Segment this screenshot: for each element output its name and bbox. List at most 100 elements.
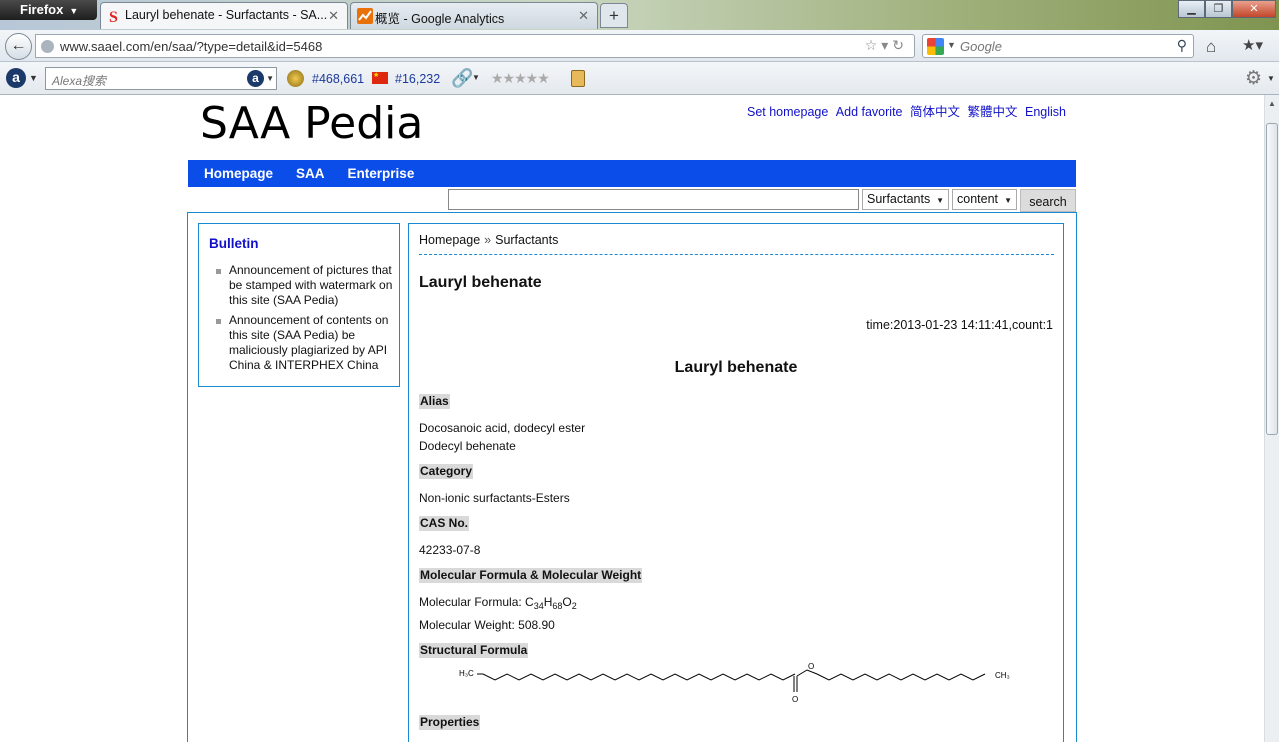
bulletin-list: Announcement of pictures that be stamped… xyxy=(209,263,399,378)
url-text[interactable]: www.saael.com/en/saa/?type=detail&id=546… xyxy=(60,39,322,54)
site-logo[interactable]: SAA Pedia xyxy=(200,98,423,149)
firefox-menu-button[interactable]: Firefox ▼ xyxy=(0,0,97,20)
category-heading: Category xyxy=(419,464,474,479)
formula-count: 34 xyxy=(533,601,544,611)
set-homepage-link[interactable]: Set homepage xyxy=(747,105,828,119)
search-button[interactable]: search xyxy=(1020,189,1076,212)
alkyl-chain-left xyxy=(477,673,796,681)
notes-icon[interactable] xyxy=(571,70,585,87)
nav-enterprise[interactable]: Enterprise xyxy=(348,160,415,181)
scrollbar-thumb[interactable] xyxy=(1266,123,1278,435)
home-icon[interactable]: ⌂ xyxy=(1206,37,1216,57)
svg-text:S: S xyxy=(109,9,118,24)
navigation-toolbar: ← www.saael.com/en/saa/?type=detail&id=5… xyxy=(0,30,1279,62)
article-meta: time:2013-01-23 14:11:41,count:1 xyxy=(866,318,1053,332)
close-icon[interactable]: ✕ xyxy=(578,8,589,24)
window-controls: ▁ ❐ ✕ xyxy=(1178,0,1276,18)
molecular-formula: Molecular Formula: C34H68O2 xyxy=(419,593,577,615)
tab-title: 概览 - Google Analytics xyxy=(375,12,505,26)
breadcrumb-surfactants[interactable]: Surfactants xyxy=(495,233,558,247)
related-links-icon[interactable]: 🔗 xyxy=(451,68,473,89)
alexa-global-rank[interactable]: #468,661 xyxy=(312,72,364,86)
molecular-weight: Molecular Weight: 508.90 xyxy=(419,618,555,632)
structure-label-right: CH₃ xyxy=(995,671,1010,680)
chevron-down-icon[interactable]: ▼ xyxy=(472,73,480,82)
globe-icon xyxy=(41,40,54,53)
saa-favicon-icon: S xyxy=(109,9,118,24)
alias-value: Docosanoic acid, dodecyl ester xyxy=(419,421,586,435)
chevron-down-icon[interactable]: ▼ xyxy=(1267,74,1275,83)
close-window-icon[interactable]: ✕ xyxy=(1232,0,1276,18)
close-icon[interactable]: ✕ xyxy=(328,8,339,24)
url-bar[interactable]: www.saael.com/en/saa/?type=detail&id=546… xyxy=(35,34,915,58)
structural-formula-heading: Structural Formula xyxy=(419,643,529,658)
article-heading: Lauryl behenate xyxy=(674,359,798,376)
firefox-menu-label: Firefox xyxy=(20,2,64,17)
nav-saa[interactable]: SAA xyxy=(296,160,325,181)
search-icon[interactable]: ⚲ xyxy=(1177,37,1187,54)
formula-count: 2 xyxy=(571,601,577,611)
chevron-down-icon[interactable]: ▼ xyxy=(29,73,38,83)
new-tab-button[interactable]: + xyxy=(600,3,628,28)
window-titlebar: Firefox ▼ S Lauryl behenate - Surfactants… xyxy=(0,0,1279,30)
restore-icon[interactable]: ❐ xyxy=(1205,0,1232,18)
field-select-value: content xyxy=(957,192,999,206)
bulletin-title: Bulletin xyxy=(209,236,259,251)
chevron-down-icon[interactable]: ▼ xyxy=(266,74,274,83)
tab-title: Lauryl behenate - Surfactants - SA... xyxy=(125,8,328,22)
properties-heading: Properties xyxy=(419,715,481,730)
browser-search-box[interactable]: ▼ Google ⚲ xyxy=(922,34,1194,58)
chevron-down-icon: ▼ xyxy=(1004,196,1012,205)
formula-label: Molecular Formula: xyxy=(419,595,526,609)
minimize-icon[interactable]: ▁ xyxy=(1178,0,1205,18)
page-viewport: SAA Pedia Set homepage Add favorite 简体中文… xyxy=(0,95,1264,742)
gear-icon[interactable]: ⚙ xyxy=(1245,67,1262,90)
alias-value: Dodecyl behenate xyxy=(419,439,516,453)
alexa-go-icon[interactable]: a xyxy=(247,70,264,87)
alias-heading: Alias xyxy=(419,394,450,409)
alexa-logo-icon[interactable]: a xyxy=(6,68,26,88)
breadcrumb-homepage[interactable]: Homepage xyxy=(419,233,480,247)
formula-element: C xyxy=(525,595,534,609)
bookmark-star-icon[interactable]: ☆▾↻ xyxy=(865,37,908,54)
formula-count: 68 xyxy=(552,601,563,611)
bulletin-item-plagiarism[interactable]: Announcement of contents on this site (S… xyxy=(209,313,399,373)
alexa-search-input[interactable]: Alexa搜索 a ▼ xyxy=(45,67,277,90)
simplified-chinese-link[interactable]: 简体中文 xyxy=(910,105,960,119)
category-select-value: Surfactants xyxy=(867,192,931,206)
google-icon[interactable] xyxy=(927,38,944,55)
carbonyl-oxygen-label: O xyxy=(792,695,798,704)
tab-google-analytics[interactable]: 概览 - Google Analytics ✕ xyxy=(350,2,598,29)
nav-homepage[interactable]: Homepage xyxy=(204,160,273,181)
tab-lauryl-behenate[interactable]: S Lauryl behenate - Surfactants - SA... … xyxy=(100,2,348,29)
rating-stars-icon[interactable]: ★★★★★ xyxy=(491,70,550,87)
chevron-down-icon: ▼ xyxy=(936,196,944,205)
vertical-scrollbar[interactable]: ▲ xyxy=(1264,95,1279,742)
back-button[interactable]: ← xyxy=(5,33,32,60)
china-flag-icon: ★ xyxy=(372,72,388,84)
chevron-down-icon: ▼ xyxy=(69,6,79,16)
bulletin-panel: Bulletin Announcement of pictures that b… xyxy=(198,223,400,387)
analytics-favicon-icon xyxy=(357,8,373,24)
add-favorite-link[interactable]: Add favorite xyxy=(836,105,903,119)
bookmarks-menu-icon[interactable]: ★▾ xyxy=(1242,36,1263,54)
alkyl-chain-right xyxy=(796,669,986,681)
category-select[interactable]: Surfactants ▼ xyxy=(862,189,949,210)
bulletin-item-watermark[interactable]: Announcement of pictures that be stamped… xyxy=(209,263,399,308)
site-search-input[interactable] xyxy=(448,189,859,210)
structure-label-left: H₃C xyxy=(459,669,474,678)
top-links: Set homepage Add favorite 简体中文 繁體中文 Engl… xyxy=(743,101,1066,120)
traditional-chinese-link[interactable]: 繁體中文 xyxy=(968,105,1018,119)
search-placeholder: Google xyxy=(960,39,1002,54)
cas-value: 42233-07-8 xyxy=(419,543,481,557)
alexa-china-rank[interactable]: #16,232 xyxy=(395,72,440,86)
alexa-toolbar: a ▼ Alexa搜索 a ▼ #468,661 ★ #16,232 🔗 ▼ ★… xyxy=(0,62,1279,95)
field-select[interactable]: content ▼ xyxy=(952,189,1017,210)
page-title: Lauryl behenate xyxy=(419,274,542,291)
breadcrumb-separator: » xyxy=(484,233,492,247)
chevron-down-icon[interactable]: ▼ xyxy=(947,40,956,50)
main-navigation: Homepage SAA Enterprise xyxy=(188,160,1076,187)
globe-rank-icon xyxy=(287,70,304,87)
scroll-up-icon[interactable]: ▲ xyxy=(1268,99,1276,108)
english-link[interactable]: English xyxy=(1025,105,1066,119)
